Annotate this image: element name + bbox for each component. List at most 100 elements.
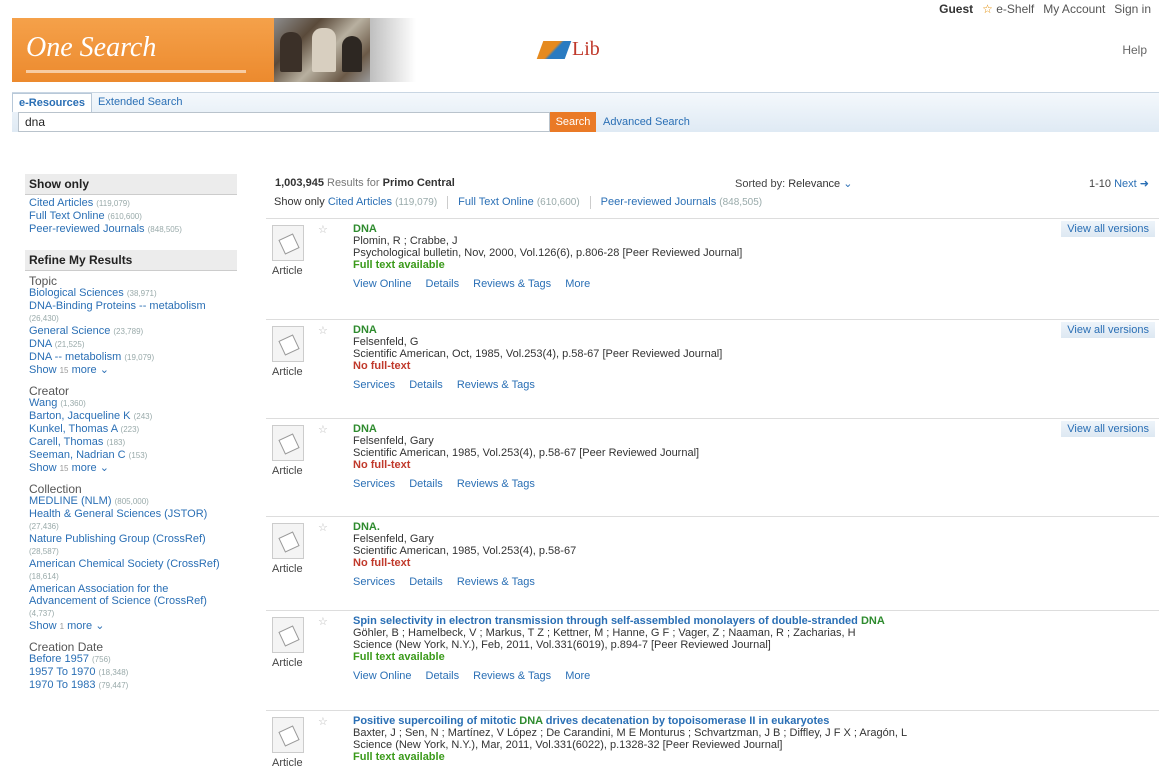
eshelf-link[interactable]: ☆ e-Shelf <box>982 2 1034 16</box>
facet-item-count: (223) <box>120 425 140 434</box>
view-all-versions-button[interactable]: View all versions <box>1061 221 1155 237</box>
result-type: Article <box>272 657 303 669</box>
show-label: Show <box>29 620 57 632</box>
show-only-item[interactable]: Peer-reviewed Journals (848,505) <box>29 223 233 236</box>
banner-fade <box>370 18 416 82</box>
title-highlight: DNA. <box>353 521 380 533</box>
star-icon[interactable]: ☆ <box>318 715 328 728</box>
facet-item[interactable]: MEDLINE (NLM) (805,000) <box>29 495 233 508</box>
action-link[interactable]: Reviews & Tags <box>473 670 551 682</box>
separator <box>589 196 591 209</box>
action-link[interactable]: Details <box>409 379 443 391</box>
show-more-link[interactable]: Show 15 more ⌄ <box>29 364 233 377</box>
action-link[interactable]: More <box>565 670 590 682</box>
action-link[interactable]: View Online <box>353 278 412 290</box>
next-page-link[interactable]: Next ➜ <box>1114 178 1149 190</box>
facet-item[interactable]: Carell, Thomas (183) <box>29 436 233 449</box>
article-icon <box>272 326 304 362</box>
view-all-versions-button[interactable]: View all versions <box>1061 421 1155 437</box>
action-link[interactable]: Services <box>353 379 395 391</box>
facet-item[interactable]: 1970 To 1983 (79,447) <box>29 679 233 692</box>
facet-item[interactable]: Before 1957 (756) <box>29 653 233 666</box>
star-icon[interactable]: ☆ <box>318 615 328 628</box>
result-item: Article ☆ Spin selectivity in electron tra… <box>266 610 1159 709</box>
facet-item[interactable]: American Association for the Advancement… <box>29 583 233 620</box>
filter-full-text-online[interactable]: Full Text Online (610,600) <box>458 196 579 209</box>
advanced-search-link[interactable]: Advanced Search <box>603 116 690 128</box>
action-link[interactable]: Details <box>409 576 443 588</box>
sort-control[interactable]: Sorted by: Relevance ⌄ <box>735 177 852 190</box>
one-search-banner: One Search <box>12 18 274 82</box>
show-more-link[interactable]: Show 1 more ⌄ <box>29 620 233 633</box>
show-more-link[interactable]: Show 15 more ⌄ <box>29 462 233 475</box>
action-link[interactable]: Details <box>409 478 443 490</box>
facet-item-label: American Association for the Advancement… <box>29 583 207 607</box>
star-icon[interactable]: ☆ <box>318 324 328 337</box>
result-title[interactable]: DNA <box>353 324 1073 336</box>
result-title[interactable]: DNA <box>353 223 1073 235</box>
facet-item[interactable]: American Chemical Society (CrossRef) (18… <box>29 558 233 583</box>
facet-item[interactable]: Seeman, Nadrian C (153) <box>29 449 233 462</box>
fulltext-status: No full-text <box>353 557 411 569</box>
action-link[interactable]: Services <box>353 576 395 588</box>
sidebar: Show only Cited Articles (119,079) Full … <box>25 174 237 694</box>
facet-item[interactable]: Wang (1,360) <box>29 397 233 410</box>
facet-item[interactable]: Kunkel, Thomas A (223) <box>29 423 233 436</box>
result-title[interactable]: DNA. <box>353 521 1073 533</box>
facet-item-label: 1970 To 1983 <box>29 679 96 691</box>
show-only-count: (119,079) <box>96 199 130 208</box>
action-link[interactable]: Details <box>426 670 460 682</box>
library-logo-text: Lib <box>572 38 600 60</box>
result-title[interactable]: Spin selectivity in electron transmissio… <box>353 615 1073 627</box>
filter-count: (119,079) <box>395 197 438 208</box>
action-link[interactable]: Reviews & Tags <box>457 379 535 391</box>
sign-in-link[interactable]: Sign in <box>1114 2 1151 16</box>
facet-item[interactable]: Health & General Sciences (JSTOR) (27,43… <box>29 508 233 533</box>
tab-e-resources[interactable]: e-Resources <box>12 93 93 112</box>
article-icon <box>272 717 304 753</box>
facet-item[interactable]: DNA -- metabolism (19,079) <box>29 351 233 364</box>
result-title[interactable]: DNA <box>353 423 1073 435</box>
action-link[interactable]: Services <box>353 478 395 490</box>
tab-extended-search[interactable]: Extended Search <box>92 93 188 112</box>
show-count: 1 <box>59 622 65 631</box>
star-icon[interactable]: ☆ <box>318 521 328 534</box>
action-link[interactable]: View Online <box>353 670 412 682</box>
filter-peer-reviewed[interactable]: Peer-reviewed Journals (848,505) <box>601 196 762 209</box>
result-actions: Services Details Reviews & Tags <box>353 379 1073 391</box>
facet-item[interactable]: DNA (21,525) <box>29 338 233 351</box>
search-input[interactable] <box>18 112 550 132</box>
facet-item[interactable]: 1957 To 1970 (18,348) <box>29 666 233 679</box>
facet-item[interactable]: General Science (23,789) <box>29 325 233 338</box>
show-only-item[interactable]: Cited Articles (119,079) <box>29 197 233 210</box>
action-link[interactable]: More <box>565 278 590 290</box>
facet-item-label: DNA -- metabolism <box>29 351 122 363</box>
refine-heading: Refine My Results <box>25 250 237 271</box>
facet-item[interactable]: Nature Publishing Group (CrossRef) (28,5… <box>29 533 233 558</box>
banner-subtitle-bar <box>26 70 246 73</box>
facet-item[interactable]: DNA-Binding Proteins -- metabolism (26,4… <box>29 300 233 325</box>
star-icon[interactable]: ☆ <box>318 223 328 236</box>
facet-item-count: (1,360) <box>60 399 86 408</box>
show-only-item[interactable]: Full Text Online (610,600) <box>29 210 233 223</box>
filter-cited-articles[interactable]: Cited Articles (119,079) <box>328 196 437 209</box>
guest-label: Guest <box>939 2 974 16</box>
result-title[interactable]: Positive supercoiling of mitotic DNA dri… <box>353 715 1073 727</box>
action-link[interactable]: Reviews & Tags <box>457 478 535 490</box>
pagination: 1-10 Next ➜ <box>1089 177 1149 190</box>
search-button[interactable]: Search <box>550 112 596 132</box>
result-body: Positive supercoiling of mitotic DNA dri… <box>353 715 1073 763</box>
more-label: more <box>71 364 97 376</box>
view-all-versions-button[interactable]: View all versions <box>1061 322 1155 338</box>
my-account-link[interactable]: My Account <box>1043 2 1105 16</box>
action-link[interactable]: Reviews & Tags <box>473 278 551 290</box>
facet-item-label: MEDLINE (NLM) <box>29 495 112 507</box>
action-link[interactable]: Reviews & Tags <box>457 576 535 588</box>
facet-item[interactable]: Biological Sciences (38,971) <box>29 287 233 300</box>
facet-item[interactable]: Barton, Jacqueline K (243) <box>29 410 233 423</box>
star-icon[interactable]: ☆ <box>318 423 328 436</box>
action-link[interactable]: Details <box>426 278 460 290</box>
result-item: Article ☆ Positive supercoiling of mitotic… <box>266 710 1159 780</box>
help-link[interactable]: Help <box>1122 43 1147 57</box>
result-type: Article <box>272 265 303 277</box>
